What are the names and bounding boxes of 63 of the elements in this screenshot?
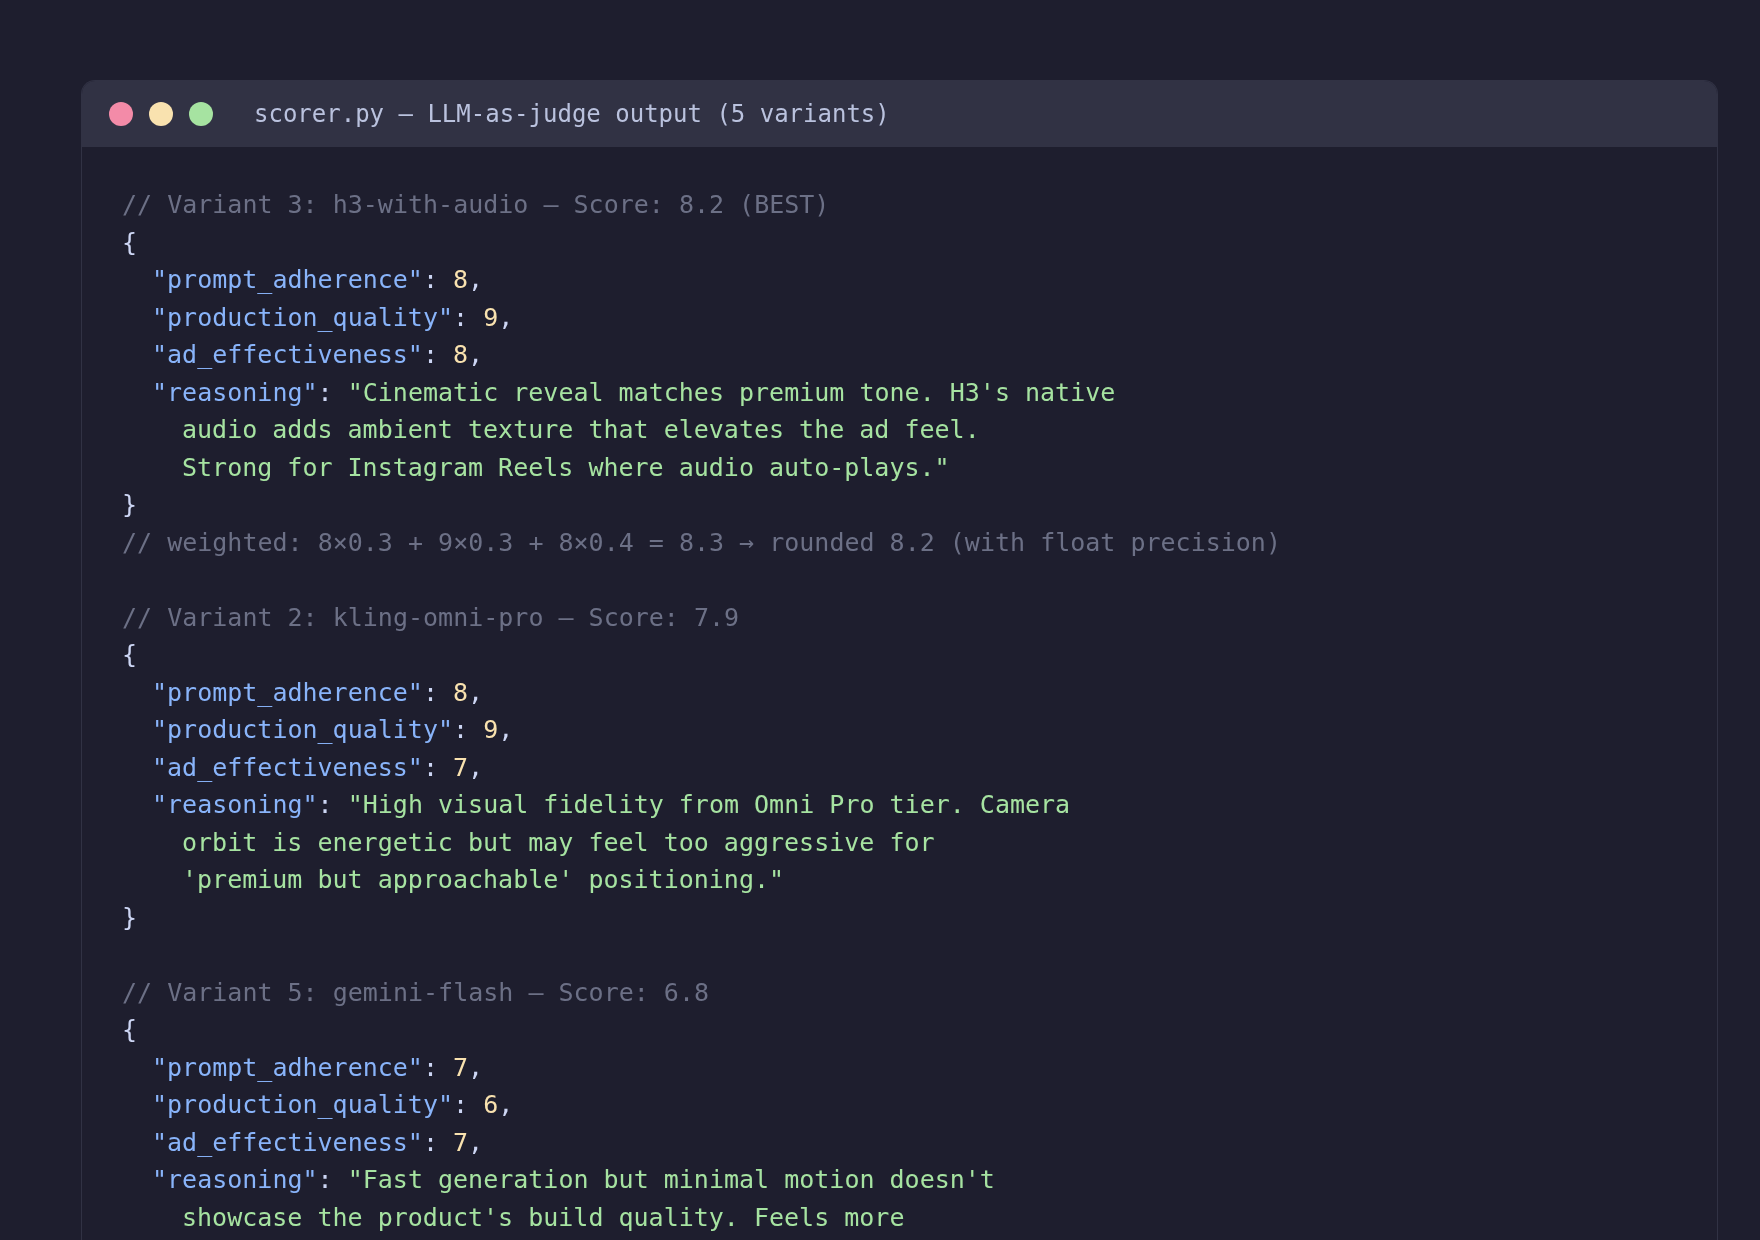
code-punctuation: : (422, 264, 439, 296)
code-punctuation: , (468, 264, 484, 296)
code-punctuation: : (317, 789, 334, 821)
json-key: "production_quality" (152, 298, 454, 336)
code-punctuation: : (422, 1126, 439, 1159)
json-number: 8 (453, 676, 469, 709)
code-punctuation: : (453, 1089, 470, 1121)
json-string: 'premium but approachable' positioning." (182, 864, 785, 896)
code-punctuation: , (468, 1051, 484, 1084)
code-punctuation: } (122, 901, 138, 934)
json-number: 8 (453, 264, 469, 296)
code-punctuation: : (422, 339, 439, 371)
json-key: "prompt_adherence" (152, 1048, 423, 1086)
json-number: 7 (453, 1126, 469, 1159)
code-punctuation: , (468, 339, 484, 371)
json-number: 6 (483, 1089, 499, 1121)
json-string: Strong for Instagram Reels where audio auto-plays." (182, 451, 950, 484)
minimize-button[interactable] (149, 102, 173, 126)
json-key: "ad_effectiveness" (152, 1123, 423, 1161)
code-punctuation: : (422, 676, 439, 709)
json-key: "production_quality" (152, 1086, 454, 1124)
code-punctuation: , (468, 676, 484, 709)
json-string: orbit is energetic but may feel too aggressive for (182, 826, 935, 859)
json-key: "reasoning" (152, 373, 318, 411)
code-punctuation: , (498, 714, 514, 746)
json-key: "production_quality" (152, 711, 454, 749)
code-punctuation: { (122, 639, 138, 671)
json-number: 7 (453, 751, 469, 784)
code-comment: // Variant 2: kling-omni-pro — Score: 7.9 (122, 601, 740, 634)
code-punctuation: { (122, 1014, 138, 1046)
code-punctuation: : (317, 1164, 334, 1196)
window-title: scorer.py — LLM-as-judge output (5 variants) (254, 99, 890, 130)
code-punctuation: : (453, 301, 470, 334)
json-key: "ad_effectiveness" (152, 748, 423, 786)
json-key: "ad_effectiveness" (152, 336, 423, 374)
code-punctuation: : (453, 714, 470, 746)
maximize-button[interactable] (189, 102, 213, 126)
json-string: "Cinematic reveal matches premium tone. H3's native (347, 376, 1116, 409)
json-key: "reasoning" (152, 786, 318, 824)
json-string: "High visual fidelity from Omni Pro tier. Camera (347, 789, 1071, 821)
code-punctuation: , (468, 1126, 484, 1159)
json-key: "reasoning" (152, 1161, 318, 1199)
close-button[interactable] (109, 102, 133, 126)
json-number: 9 (483, 714, 499, 746)
json-string: audio adds ambient texture that elevates the ad feel. (182, 414, 980, 446)
code-punctuation: : (317, 376, 334, 409)
code-punctuation: : (422, 751, 439, 784)
code-punctuation: , (498, 1089, 514, 1121)
json-key: "prompt_adherence" (152, 261, 423, 299)
code-comment: // Variant 5: gemini-flash — Score: 6.8 (122, 976, 709, 1009)
json-string: "Fast generation but minimal motion doesn't (347, 1164, 995, 1196)
code-punctuation: , (498, 301, 514, 334)
code-punctuation: { (122, 226, 138, 259)
json-number: 8 (453, 339, 469, 371)
code-comment: // Variant 3: h3-with-audio — Score: 8.2 (BEST) (122, 189, 830, 221)
code-punctuation: : (422, 1051, 439, 1084)
json-number: 7 (453, 1051, 469, 1084)
code-punctuation: } (122, 489, 138, 521)
json-string: showcase the product's build quality. Feels more (182, 1201, 905, 1234)
code-comment: // weighted: 8×0.3 + 9×0.3 + 8×0.4 = 8.3 → rounded 8.2 (with float precision) (122, 526, 1281, 559)
json-number: 9 (483, 301, 499, 334)
json-key: "prompt_adherence" (152, 673, 423, 711)
code-punctuation: , (468, 751, 484, 784)
